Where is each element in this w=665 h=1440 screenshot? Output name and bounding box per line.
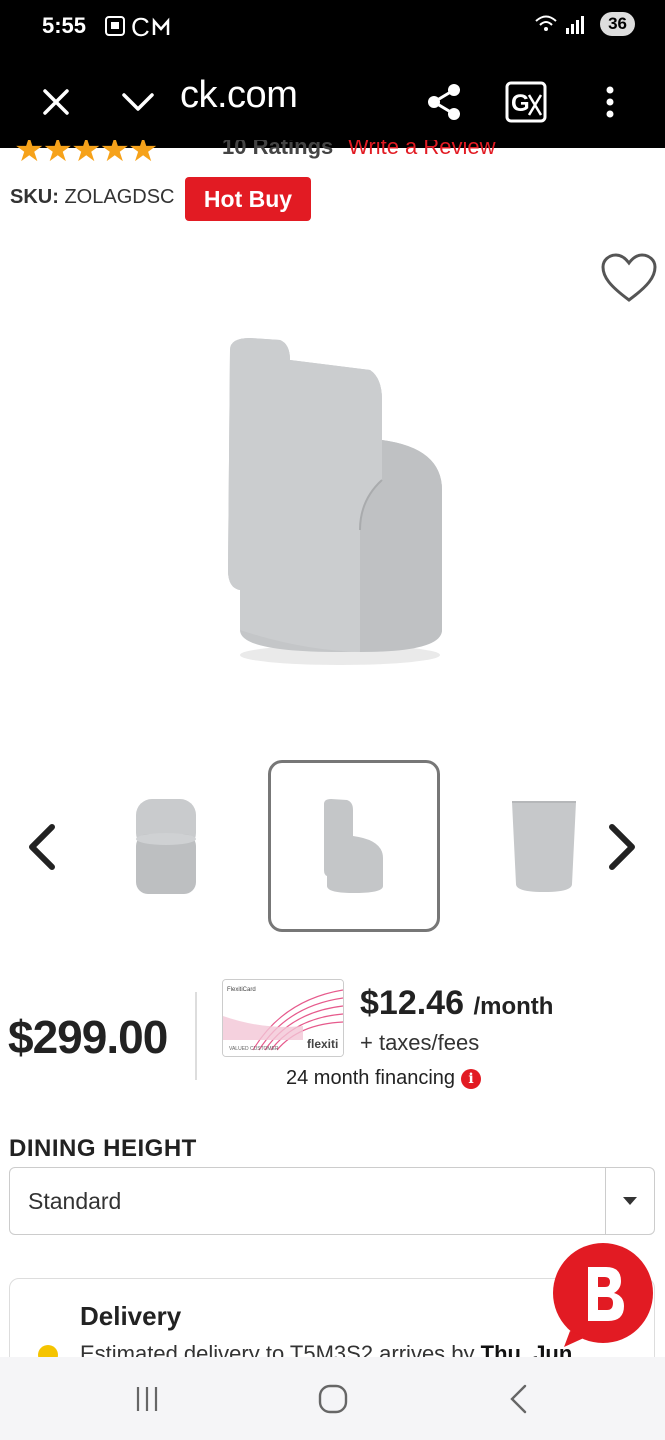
hot-buy-badge: Hot Buy <box>185 177 311 221</box>
share-button[interactable] <box>418 76 470 128</box>
product-main-image[interactable] <box>210 330 460 680</box>
monthly-amount: $12.46 <box>360 984 464 1022</box>
sku-label: SKU: <box>10 186 59 208</box>
dining-height-select[interactable]: Standard <box>9 1167 655 1235</box>
caret-down-icon <box>623 1197 637 1205</box>
home-icon <box>318 1384 348 1414</box>
svg-text:G: G <box>511 90 530 117</box>
chevron-down-icon <box>122 93 154 111</box>
divider <box>195 992 197 1080</box>
thumbnail-side-selected[interactable] <box>268 760 440 932</box>
chat-assistant-button[interactable] <box>550 1243 656 1349</box>
taxes-note: + taxes/fees <box>360 1030 480 1055</box>
rating-stars-icon: ★★★★★ <box>14 140 158 162</box>
more-vert-icon <box>606 86 614 118</box>
card-brand: FlexitiCard <box>227 987 256 993</box>
chevron-left-icon <box>29 824 55 870</box>
translate-button[interactable]: G <box>500 76 552 128</box>
dining-height-label: DINING HEIGHT <box>9 1135 197 1162</box>
thumbnail-next-button[interactable] <box>602 820 642 874</box>
ratings-count[interactable]: 10 Ratings <box>222 140 333 160</box>
ratings-row: ★★★★★ 10 Ratings Write a Review <box>0 140 665 162</box>
info-icon[interactable]: i <box>461 1068 482 1089</box>
product-price: $299.00 <box>8 1011 168 1063</box>
status-bar: 5:55 C 36 <box>0 0 665 56</box>
system-nav-bar <box>0 1357 665 1440</box>
thumbnail-prev-button[interactable] <box>22 820 62 874</box>
sku-value: ZOLAGDSC <box>64 186 175 208</box>
back-icon <box>510 1384 527 1414</box>
thumbnail-front[interactable] <box>80 760 252 932</box>
write-review-link[interactable]: Write a Review <box>348 140 496 160</box>
wishlist-button[interactable] <box>600 252 658 309</box>
share-icon <box>428 84 460 120</box>
back-button[interactable] <box>499 1379 539 1419</box>
heart-icon <box>601 253 657 302</box>
chevron-right-icon <box>609 824 635 870</box>
sku: SKU: ZOLAGDSC <box>10 186 174 209</box>
dropdown-caret[interactable] <box>605 1168 654 1234</box>
recent-apps-icon <box>136 1387 158 1411</box>
system-icons: 36 <box>534 12 635 36</box>
card-logo: flexiti <box>307 1037 338 1051</box>
home-button[interactable] <box>313 1379 353 1419</box>
brand-chat-icon <box>553 1243 653 1347</box>
battery-level: 36 <box>600 12 635 36</box>
close-icon <box>43 89 69 115</box>
monthly-payment: $12.46 /month <box>360 984 553 1023</box>
browser-toolbar: ck.com G <box>0 56 665 148</box>
svg-text:C: C <box>131 12 150 41</box>
card-holder: VALUED CUSTOMER <box>229 1046 279 1052</box>
flexiti-card-image[interactable]: FlexitiCard VALUED CUSTOMER flexiti <box>222 979 344 1057</box>
translate-icon: G <box>505 81 547 123</box>
close-tab-button[interactable] <box>30 76 82 128</box>
status-time: 5:55 <box>42 13 87 38</box>
minimize-button[interactable] <box>112 76 164 128</box>
recent-apps-button[interactable] <box>127 1379 167 1419</box>
url-display[interactable]: ck.com <box>180 74 298 117</box>
delivery-title: Delivery <box>80 1301 182 1331</box>
financing-text: 24 month financing <box>286 1067 456 1089</box>
dining-height-value: Standard <box>28 1188 122 1214</box>
monthly-unit: /month <box>473 993 554 1020</box>
notification-icons: C <box>104 11 184 46</box>
more-options-button[interactable] <box>584 76 636 128</box>
financing-info[interactable]: 24 month financing i <box>286 1067 482 1090</box>
